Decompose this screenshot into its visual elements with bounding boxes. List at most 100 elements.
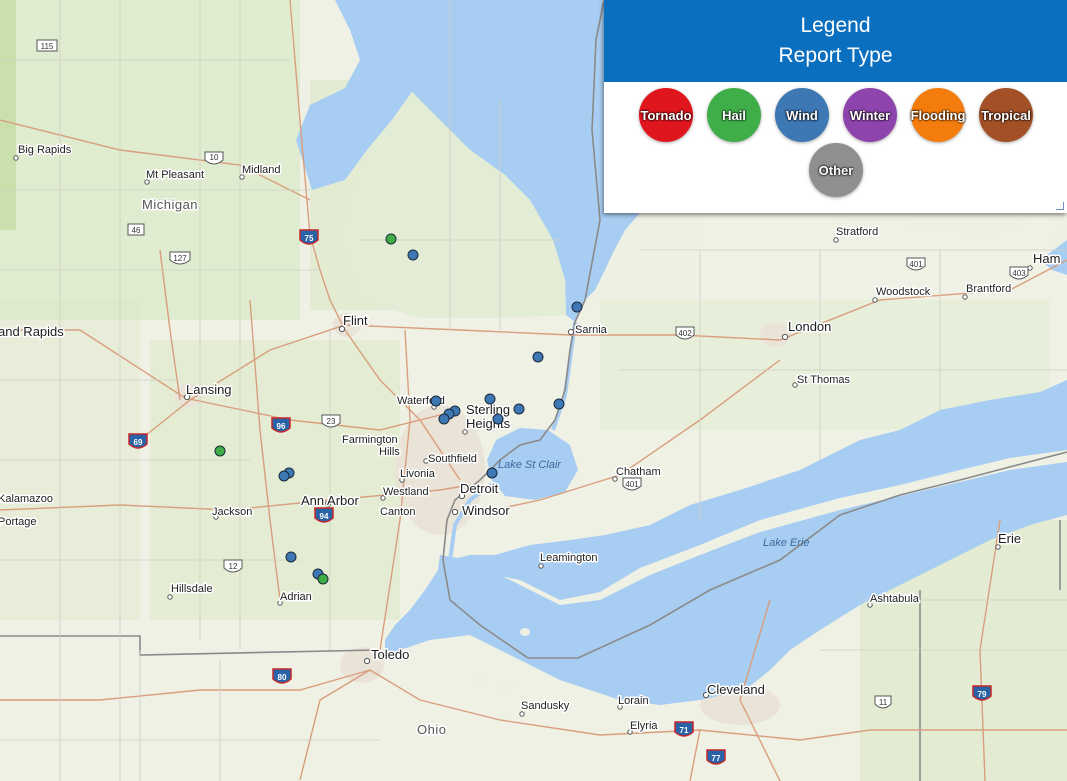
report-marker-hail[interactable] bbox=[317, 573, 329, 585]
report-marker-wind[interactable] bbox=[553, 398, 565, 410]
report-marker-wind[interactable] bbox=[285, 551, 297, 563]
label-st-thomas: St Thomas bbox=[797, 374, 850, 386]
legend-item-label: Hail bbox=[722, 107, 746, 123]
label-hillsdale: Hillsdale bbox=[171, 583, 213, 595]
report-marker-wind[interactable] bbox=[492, 413, 504, 425]
legend-item-tornado[interactable]: Tornado bbox=[639, 88, 693, 142]
legend-item-label: Tropical bbox=[981, 107, 1031, 123]
label-grand-rapids: and Rapids bbox=[0, 324, 64, 339]
label-erie: Erie bbox=[998, 531, 1021, 546]
svg-text:79: 79 bbox=[978, 690, 987, 699]
label-lorain: Lorain bbox=[618, 695, 649, 707]
report-marker-wind[interactable] bbox=[532, 351, 544, 363]
shield-us12: 12 bbox=[223, 559, 243, 573]
label-stratford: Stratford bbox=[836, 226, 878, 238]
label-midland: Midland bbox=[242, 164, 281, 176]
svg-text:115: 115 bbox=[41, 42, 54, 51]
shield-i94: 94 bbox=[314, 507, 334, 523]
legend-item-label: Wind bbox=[786, 107, 818, 123]
label-adrian: Adrian bbox=[280, 591, 312, 603]
shield-i69: 69 bbox=[128, 433, 148, 449]
label-hamilton: Ham bbox=[1033, 251, 1060, 266]
label-sarnia: Sarnia bbox=[575, 324, 608, 336]
svg-text:12: 12 bbox=[229, 562, 238, 571]
report-marker-wind[interactable] bbox=[486, 467, 498, 479]
label-sterling: Sterling bbox=[466, 402, 510, 417]
label-lake-erie: Lake Erie bbox=[763, 537, 809, 549]
shield-r46: 46 bbox=[127, 223, 145, 236]
legend-item-label: Other bbox=[818, 162, 854, 178]
shield-on401a: 401 bbox=[622, 477, 642, 491]
shield-i71: 71 bbox=[674, 721, 694, 737]
shield-on401b: 401 bbox=[906, 257, 926, 271]
report-marker-wind[interactable] bbox=[484, 393, 496, 405]
shield-us127: 127 bbox=[169, 251, 191, 265]
label-canton: Canton bbox=[380, 506, 415, 518]
label-elyria: Elyria bbox=[630, 720, 658, 732]
report-marker-wind[interactable] bbox=[513, 403, 525, 415]
shield-i75: 75 bbox=[299, 229, 319, 245]
svg-text:71: 71 bbox=[680, 726, 689, 735]
shield-us10: 10 bbox=[204, 151, 224, 165]
legend-item-label: Flooding bbox=[910, 107, 966, 123]
legend-item-flooding[interactable]: Flooding bbox=[911, 88, 965, 142]
label-brantford: Brantford bbox=[966, 283, 1011, 295]
svg-text:69: 69 bbox=[134, 438, 143, 447]
legend-item-label: Tornado bbox=[640, 107, 692, 123]
resize-grip-icon[interactable] bbox=[1056, 202, 1064, 210]
label-london: London bbox=[788, 319, 831, 334]
legend-items: Tornado Hail Wind Winter Flooding Tropical Oth… bbox=[626, 88, 1046, 198]
label-toledo: Toledo bbox=[371, 647, 409, 662]
label-ann-arbor: Ann Arbor bbox=[301, 493, 359, 508]
report-marker-wind[interactable] bbox=[430, 395, 442, 407]
report-marker-wind[interactable] bbox=[438, 413, 450, 425]
report-marker-hail[interactable] bbox=[214, 445, 226, 457]
report-marker-hail[interactable] bbox=[385, 233, 397, 245]
label-woodstock: Woodstock bbox=[876, 286, 931, 298]
legend-item-tropical[interactable]: Tropical bbox=[979, 88, 1033, 142]
label-livonia: Livonia bbox=[400, 468, 436, 480]
shield-on402: 402 bbox=[675, 326, 695, 340]
svg-text:127: 127 bbox=[173, 254, 187, 263]
legend-item-label: Winter bbox=[849, 107, 891, 123]
report-marker-wind[interactable] bbox=[278, 470, 290, 482]
label-windsor: Windsor bbox=[462, 503, 510, 518]
label-chatham: Chatham bbox=[616, 466, 661, 478]
label-flint: Flint bbox=[343, 313, 368, 328]
legend-item-wind[interactable]: Wind bbox=[775, 88, 829, 142]
label-big-rapids: Big Rapids bbox=[18, 144, 72, 156]
shield-i96: 96 bbox=[271, 417, 291, 433]
report-marker-wind[interactable] bbox=[407, 249, 419, 261]
svg-text:80: 80 bbox=[278, 673, 287, 682]
legend-item-hail[interactable]: Hail bbox=[707, 88, 761, 142]
label-kalamazoo: Kalamazoo bbox=[0, 493, 53, 505]
label-lansing: Lansing bbox=[186, 382, 232, 397]
legend-title: Legend bbox=[800, 14, 871, 37]
label-michigan: Michigan bbox=[142, 197, 198, 212]
label-sandusky: Sandusky bbox=[521, 700, 570, 712]
label-leamington: Leamington bbox=[540, 552, 598, 564]
svg-text:94: 94 bbox=[320, 512, 329, 521]
label-westland: Westland bbox=[383, 486, 429, 498]
label-ashtabula: Ashtabula bbox=[870, 593, 920, 605]
svg-text:23: 23 bbox=[327, 417, 336, 426]
legend-subtitle: Report Type bbox=[778, 44, 893, 67]
shield-i80: 80 bbox=[272, 668, 292, 684]
svg-text:402: 402 bbox=[678, 329, 692, 338]
svg-text:403: 403 bbox=[1012, 269, 1026, 278]
report-marker-wind[interactable] bbox=[571, 301, 583, 313]
svg-text:11: 11 bbox=[879, 698, 888, 707]
shield-r115: 115 bbox=[36, 39, 58, 52]
shield-us11: 11 bbox=[874, 695, 892, 709]
label-ohio: Ohio bbox=[417, 722, 446, 737]
svg-text:10: 10 bbox=[210, 153, 219, 162]
shield-us23: 23 bbox=[321, 414, 341, 428]
legend-item-other[interactable]: Other bbox=[809, 143, 863, 197]
legend-item-winter[interactable]: Winter bbox=[843, 88, 897, 142]
svg-text:96: 96 bbox=[277, 422, 286, 431]
label-lake-st-clair: Lake St Clair bbox=[498, 459, 562, 471]
shield-on403: 403 bbox=[1009, 266, 1029, 280]
svg-text:401: 401 bbox=[625, 480, 639, 489]
label-jackson: Jackson bbox=[212, 506, 252, 518]
label-mt-pleasant: Mt Pleasant bbox=[146, 169, 204, 181]
